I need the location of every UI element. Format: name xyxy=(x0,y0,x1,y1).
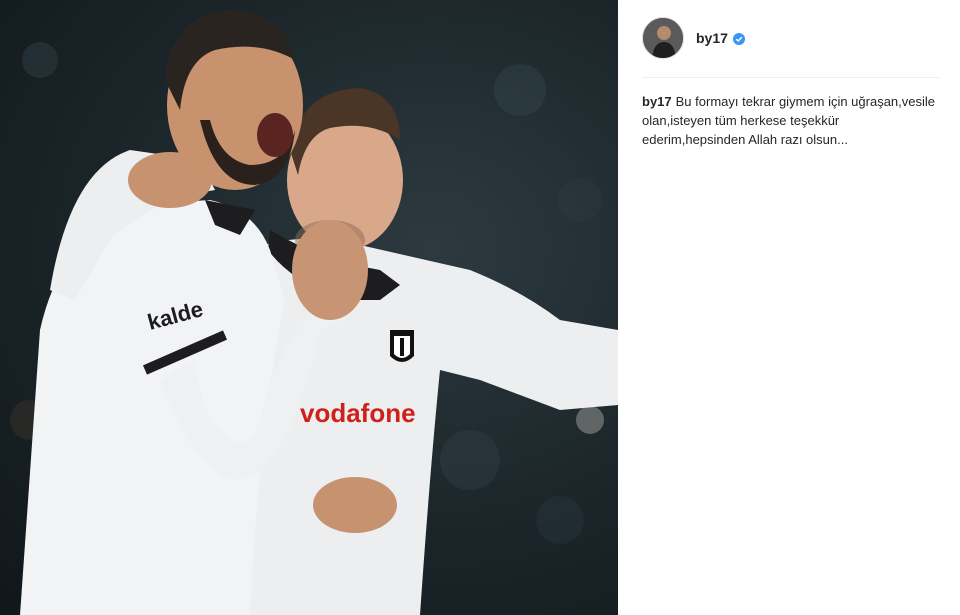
avatar-photo xyxy=(643,18,683,58)
post-photo[interactable]: vodafone kalde xyxy=(0,0,618,615)
header-username[interactable]: by17 xyxy=(696,30,728,46)
caption-text: Bu formayı tekrar giymem için uğraşan,ve… xyxy=(642,94,936,147)
post-photo-illustration: vodafone kalde xyxy=(10,10,618,615)
post-sidebar: by17 by17 Bu formayı tekrar giymem için u… xyxy=(618,0,960,615)
avatar[interactable] xyxy=(642,17,684,59)
kit-sponsor-text: vodafone xyxy=(300,398,416,428)
caption-username[interactable]: by17 xyxy=(642,94,672,109)
post-header: by17 xyxy=(642,16,745,60)
post-caption: by17 Bu formayı tekrar giymem için uğraşa… xyxy=(642,92,942,149)
verified-badge-icon xyxy=(732,32,745,45)
header-divider xyxy=(642,77,940,78)
